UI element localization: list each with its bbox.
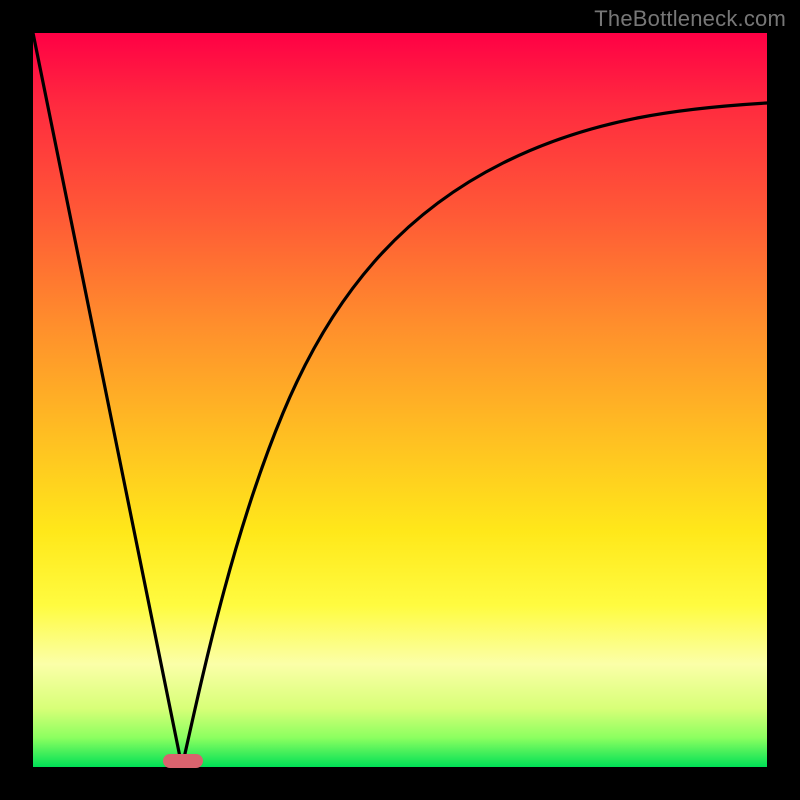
watermark-text: TheBottleneck.com	[594, 6, 786, 32]
chart-frame: TheBottleneck.com	[0, 0, 800, 800]
curve-right-branch	[182, 103, 767, 767]
plot-area	[33, 33, 767, 767]
curve-left-branch	[33, 33, 182, 767]
bottleneck-curve	[33, 33, 767, 767]
minimum-marker	[163, 754, 203, 768]
